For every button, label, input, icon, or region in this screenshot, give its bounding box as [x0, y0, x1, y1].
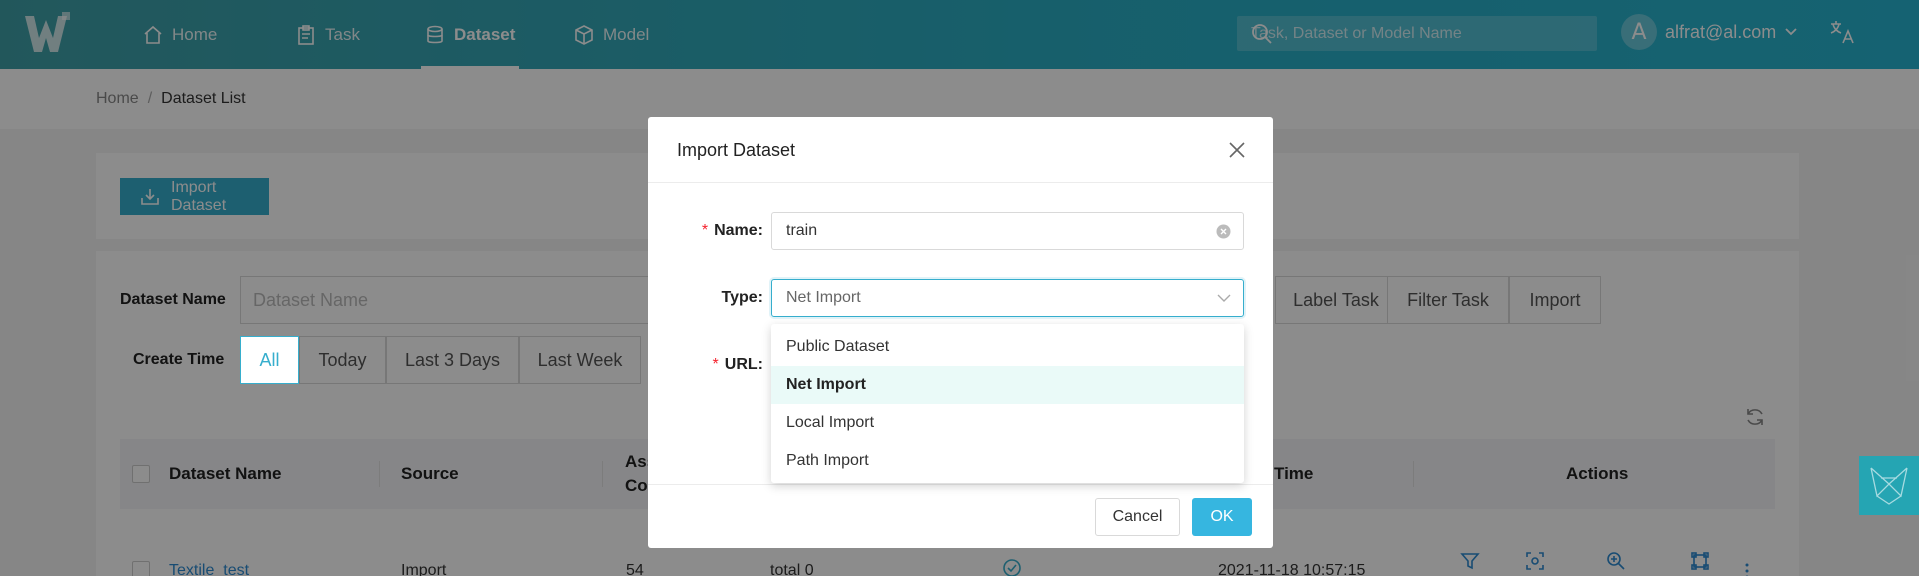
name-field-label: * Name: — [678, 222, 763, 240]
type-option-path-import[interactable]: Path Import — [771, 442, 1244, 480]
type-dropdown-menu: Public Dataset Net Import Local Import P… — [771, 324, 1244, 483]
dialog-footer-divider — [648, 484, 1273, 485]
type-option-local-import[interactable]: Local Import — [771, 404, 1244, 442]
name-label-text: Name — [714, 222, 758, 239]
name-input[interactable]: train — [771, 212, 1244, 250]
dialog-header-divider — [648, 182, 1273, 183]
type-label-text: Type — [721, 289, 758, 306]
url-field-label: * URL: — [678, 356, 763, 374]
close-icon[interactable] — [1228, 141, 1246, 159]
label-colon: : — [757, 222, 763, 239]
type-select[interactable]: Net Import — [771, 279, 1244, 317]
type-select-value: Net Import — [786, 289, 861, 306]
ok-button[interactable]: OK — [1192, 498, 1252, 536]
type-option-net-import[interactable]: Net Import — [771, 366, 1244, 404]
time-filter-all[interactable]: All — [240, 336, 299, 384]
name-input-value: train — [786, 222, 818, 239]
label-colon: : — [757, 356, 763, 373]
dialog-title: Import Dataset — [677, 140, 796, 160]
cancel-button[interactable]: Cancel — [1095, 498, 1180, 536]
type-field-label: Type: — [678, 289, 763, 307]
network-icon — [1859, 456, 1919, 515]
floating-tool-button[interactable] — [1859, 456, 1919, 515]
label-colon: : — [757, 289, 763, 306]
required-mark: * — [701, 222, 709, 239]
url-label-text: URL — [724, 356, 758, 373]
chevron-down-icon — [1217, 294, 1231, 303]
required-mark: * — [712, 356, 719, 373]
type-option-public-dataset[interactable]: Public Dataset — [771, 328, 1244, 366]
clear-icon[interactable] — [1216, 224, 1231, 239]
